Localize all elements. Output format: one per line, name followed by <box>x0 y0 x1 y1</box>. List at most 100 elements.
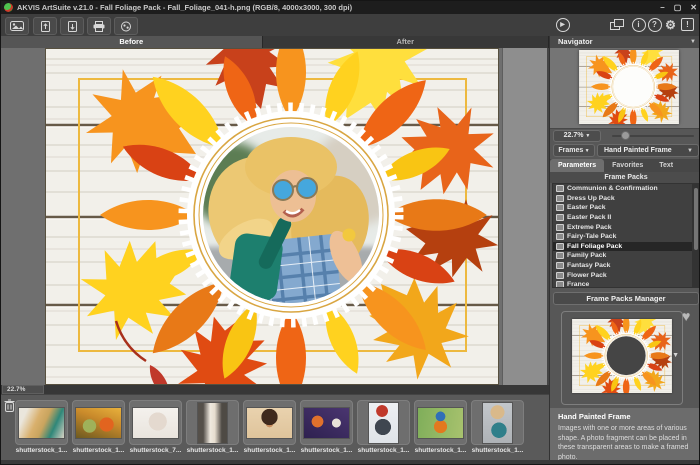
frame-type-select[interactable]: Hand Painted Frame ▼ <box>597 144 699 157</box>
navigator-thumbnail[interactable] <box>579 50 679 124</box>
frame-pack-label: Fall Foliage Pack <box>567 243 622 250</box>
filmstrip-label: shutterstock_1... <box>72 447 125 454</box>
app-logo-icon <box>4 3 13 12</box>
filmstrip-photo[interactable] <box>418 408 463 438</box>
frame-packs-manager-button[interactable]: Frame Packs Manager <box>553 292 699 305</box>
list-scrollbar-thumb[interactable] <box>694 188 698 250</box>
filmstrip-item[interactable]: shutterstock_1... <box>357 400 410 454</box>
frame-preview-thumbnail[interactable] <box>572 319 672 393</box>
filmstrip-item[interactable]: shutterstock_1... <box>471 400 524 454</box>
preview-next-icon[interactable]: ▼ <box>672 352 679 359</box>
image-canvas[interactable] <box>1 48 549 385</box>
close-button[interactable]: ✕ <box>690 1 697 14</box>
filmstrip-item[interactable]: shutterstock_1... <box>186 400 239 454</box>
favorite-heart-icon[interactable]: ♥ <box>682 309 690 323</box>
tab-after[interactable]: After <box>263 36 549 48</box>
info-icon[interactable]: i <box>630 16 647 33</box>
frame-pack-icon <box>556 204 564 211</box>
tab-parameters[interactable]: Parameters <box>550 159 604 172</box>
workspace-panels-icon[interactable] <box>608 16 625 33</box>
filmstrip: shutterstock_1... shutterstock_1... shut… <box>1 394 549 461</box>
frame-pack-label: Communion & Confirmation <box>567 185 658 192</box>
frame-pack-item[interactable]: France <box>553 280 692 288</box>
filmstrip-photo[interactable] <box>76 408 121 438</box>
filmstrip-photo[interactable] <box>19 408 64 438</box>
filmstrip-item[interactable]: shutterstock_1... <box>72 400 125 454</box>
tab-text[interactable]: Text <box>651 159 681 172</box>
filmstrip-item[interactable]: shutterstock_7... <box>129 400 182 454</box>
frame-pack-item[interactable]: Extreme Pack <box>553 222 692 232</box>
tab-before[interactable]: Before <box>1 36 263 48</box>
frame-pack-label: Extreme Pack <box>567 224 612 231</box>
maximize-button[interactable]: ▢ <box>674 1 682 14</box>
navigator-header[interactable]: Navigator ▼ <box>550 36 700 48</box>
save-file-icon[interactable] <box>60 17 84 35</box>
frame-packs-header: Frame Packs <box>550 172 700 183</box>
filmstrip-label: shutterstock_1... <box>15 447 68 454</box>
tab-favorites[interactable]: Favorites <box>604 159 651 172</box>
frame-pack-item[interactable]: Fairy-Tale Pack <box>553 232 692 242</box>
frame-pack-item[interactable]: Flower Pack <box>553 270 692 280</box>
frame-pack-label: Flower Pack <box>567 272 607 279</box>
run-button[interactable]: ▶ <box>554 16 571 33</box>
filmstrip-photo[interactable] <box>198 403 227 443</box>
frame-pack-label: France <box>567 281 589 288</box>
zoom-select[interactable]: 22.7% ▼ <box>553 130 601 142</box>
filmstrip-label: shutterstock_1... <box>300 447 353 454</box>
navigator-collapse-icon[interactable]: ▼ <box>690 36 696 48</box>
filmstrip-item[interactable]: shutterstock_1... <box>15 400 68 454</box>
share-icon[interactable] <box>114 17 138 35</box>
frames-mode-button[interactable]: Frames ▼ <box>553 144 595 157</box>
frame-pack-icon <box>556 185 564 192</box>
frame-pack-item[interactable]: Family Pack <box>553 251 692 261</box>
navigator-preview[interactable] <box>550 48 700 129</box>
import-file-icon[interactable] <box>33 17 57 35</box>
frame-info: Hand Painted Frame Images with one or mo… <box>550 408 700 460</box>
frame-pack-item[interactable]: Communion & Confirmation <box>553 184 692 194</box>
frame-pack-item[interactable]: Easter Pack <box>553 203 692 213</box>
trash-icon[interactable] <box>4 399 15 412</box>
frame-pack-item[interactable]: Fall Foliage Pack <box>553 242 692 252</box>
filmstrip-photo[interactable] <box>247 408 292 438</box>
window-title: AKVIS ArtSuite v.21.0 - Fall Foliage Pac… <box>17 1 352 14</box>
filmstrip-label: shutterstock_1... <box>186 447 239 454</box>
filmstrip-label: shutterstock_1... <box>414 447 467 454</box>
frame-info-title: Hand Painted Frame <box>558 412 631 421</box>
frame-pack-icon <box>556 224 564 231</box>
frame-preview-box[interactable]: ▼ <box>561 311 683 405</box>
minimize-button[interactable]: – <box>660 1 664 14</box>
filmstrip-label: shutterstock_1... <box>471 447 524 454</box>
frame-pack-label: Family Pack <box>567 252 606 259</box>
frame-pack-item[interactable]: Easter Pack II <box>553 213 692 223</box>
main-toolbar: ▶ i ? ⚙ ! <box>1 14 700 37</box>
window-bottom-edge <box>1 460 700 465</box>
filmstrip-label: shutterstock_1... <box>243 447 296 454</box>
help-icon[interactable]: ? <box>646 16 663 33</box>
frame-info-description: Images with one or more areas of various… <box>558 424 694 462</box>
frame-pack-icon <box>556 214 564 221</box>
preferences-gear-icon[interactable]: ⚙ <box>662 16 679 33</box>
feedback-icon[interactable]: ! <box>679 16 696 33</box>
status-zoom-value[interactable]: 22.7% <box>2 385 44 394</box>
frame-packs-list[interactable]: Communion & Confirmation Dress Up Pack E… <box>552 183 693 288</box>
filmstrip-photo[interactable] <box>483 403 512 443</box>
frame-pack-label: Easter Pack II <box>567 214 611 221</box>
filmstrip-photo[interactable] <box>304 408 349 438</box>
frame-pack-item[interactable]: Dress Up Pack <box>553 194 692 204</box>
filmstrip-item[interactable]: shutterstock_1... <box>243 400 296 454</box>
canvas-vertical-scrollbar[interactable] <box>502 48 548 385</box>
print-icon[interactable] <box>87 17 111 35</box>
frame-pack-icon <box>556 281 564 288</box>
frame-pack-label: Fairy-Tale Pack <box>567 233 616 240</box>
chevron-down-icon: ▼ <box>687 146 693 157</box>
filmstrip-label: shutterstock_7... <box>129 447 182 454</box>
edited-image[interactable] <box>46 49 498 384</box>
right-panel: Navigator ▼ 22.7% ▼ Frames ▼ Hand Painte… <box>549 36 700 460</box>
filmstrip-photo[interactable] <box>133 408 178 438</box>
filmstrip-item[interactable]: shutterstock_1... <box>300 400 353 454</box>
open-image-icon[interactable] <box>5 17 29 35</box>
zoom-slider-knob[interactable] <box>621 131 630 140</box>
filmstrip-item[interactable]: shutterstock_1... <box>414 400 467 454</box>
filmstrip-photo[interactable] <box>369 403 398 443</box>
frame-pack-item[interactable]: Fantasy Pack <box>553 261 692 271</box>
